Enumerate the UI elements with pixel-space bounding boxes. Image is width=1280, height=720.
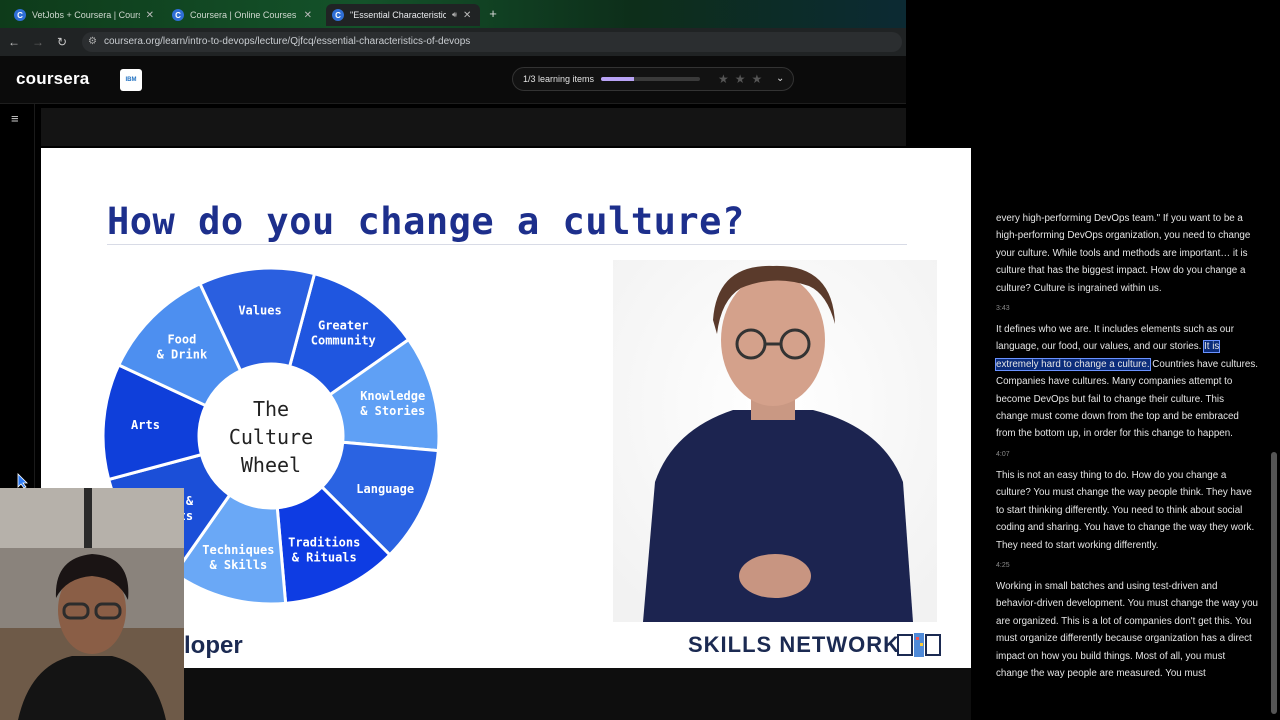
reload-icon[interactable]: ↻ [54,34,70,50]
transcript-scrollbar[interactable] [1271,452,1277,714]
slide-title: How do you change a culture? [107,200,745,243]
hamburger-menu-icon[interactable]: ≡ [11,111,19,126]
developer-logo-text: loper [184,632,243,659]
transcript-paragraph[interactable]: This is not an easy thing to do. How do … [996,467,1258,554]
tab-label: Coursera | Online Courses From [190,10,298,20]
transcript-timestamp[interactable]: 3:43 [996,303,1258,315]
wheel-segment-label: Arts [131,418,160,432]
transcript-paragraph[interactable]: Working in small batches and using test-… [996,578,1258,682]
tab-coursera-online[interactable]: C Coursera | Online Courses From ✕ [166,4,318,26]
site-info-icon[interactable]: ⚙︎ [88,32,97,52]
wheel-segment-label: Food [167,332,196,346]
coursera-logo[interactable]: coursera [16,69,89,89]
wheel-center-line-1: The [253,397,289,421]
wheel-center-line-3: Wheel [241,453,301,477]
audio-playing-icon[interactable]: 🔊︎ [452,10,457,20]
back-icon[interactable]: ← [6,34,22,50]
chevron-down-icon[interactable]: ⌄ [776,73,784,84]
wheel-segment-label: Community [311,333,376,347]
wheel-segment-label: Values [238,303,281,317]
tab-label: "Essential Characteristics of [350,10,446,20]
wheel-segment-label: Techniques [202,543,274,557]
screen: C VetJobs + Coursera | Coursera ✕ C Cour… [0,0,1280,720]
star-icon[interactable]: ★ [718,72,729,86]
address-url: coursera.org/learn/intro-to-devops/lectu… [104,36,471,47]
webcam-overlay [0,488,184,720]
tab-label: VetJobs + Coursera | Coursera [32,10,140,20]
transcript-text: Countries have cultures. Companies have … [996,358,1258,440]
learning-items-label: 1/3 learning items [523,74,595,84]
learning-progress-fill [601,77,634,81]
wheel-segment-label: Language [356,482,414,496]
transcript-text: It defines who we are. It includes eleme… [996,324,1234,353]
title-underline [107,244,907,245]
skills-network-logo: SKILLS NETWORK [688,632,900,657]
transcript-timestamp[interactable]: 4:25 [996,560,1258,572]
close-tab-icon[interactable]: ✕ [463,10,471,21]
wheel-segment-label: Traditions [288,536,360,550]
transcript-paragraph[interactable]: It defines who we are. It includes eleme… [994,321,1258,443]
mouse-cursor-icon [17,473,28,489]
transcript-paragraph[interactable]: every high-performing DevOps team." If y… [996,210,1258,297]
ibm-partner-logo[interactable]: IBM [120,69,142,91]
skills-network-cube-icon [897,633,941,657]
star-icon[interactable]: ★ [752,72,763,86]
wheel-segment-label: Greater [318,318,369,332]
star-icon[interactable]: ★ [735,72,746,86]
tab-vetjobs[interactable]: C VetJobs + Coursera | Coursera ✕ [8,4,160,26]
presenter-video [613,260,937,622]
wheel-segment-label: & Skills [209,558,267,572]
wheel-segment-label: & Drink [157,347,208,361]
wheel-segment-label: & Stories [360,404,425,418]
learning-progress-bar [601,77,700,81]
wheel-center-line-2: Culture [229,425,313,449]
transcript-timestamp[interactable]: 4:07 [996,449,1258,461]
transcript-content: every high-performing DevOps team." If y… [994,210,1258,686]
close-tab-icon[interactable]: ✕ [146,10,154,21]
close-tab-icon[interactable]: ✕ [304,10,312,21]
video-top-strip [41,108,906,146]
rating-stars[interactable]: ★ ★ ★ [718,72,762,86]
new-tab-button[interactable]: + [485,6,501,22]
coursera-favicon-icon: C [14,9,26,21]
wheel-segment-label: Knowledge [360,389,425,403]
coursera-favicon-icon: C [332,9,344,21]
wheel-segment-label: & Rituals [292,551,357,565]
address-bar[interactable]: ⚙︎ coursera.org/learn/intro-to-devops/le… [82,32,902,52]
tab-essential-characteristics[interactable]: C "Essential Characteristics of 🔊︎ ✕ [326,4,480,26]
coursera-favicon-icon: C [172,9,184,21]
forward-icon[interactable]: → [30,34,46,50]
